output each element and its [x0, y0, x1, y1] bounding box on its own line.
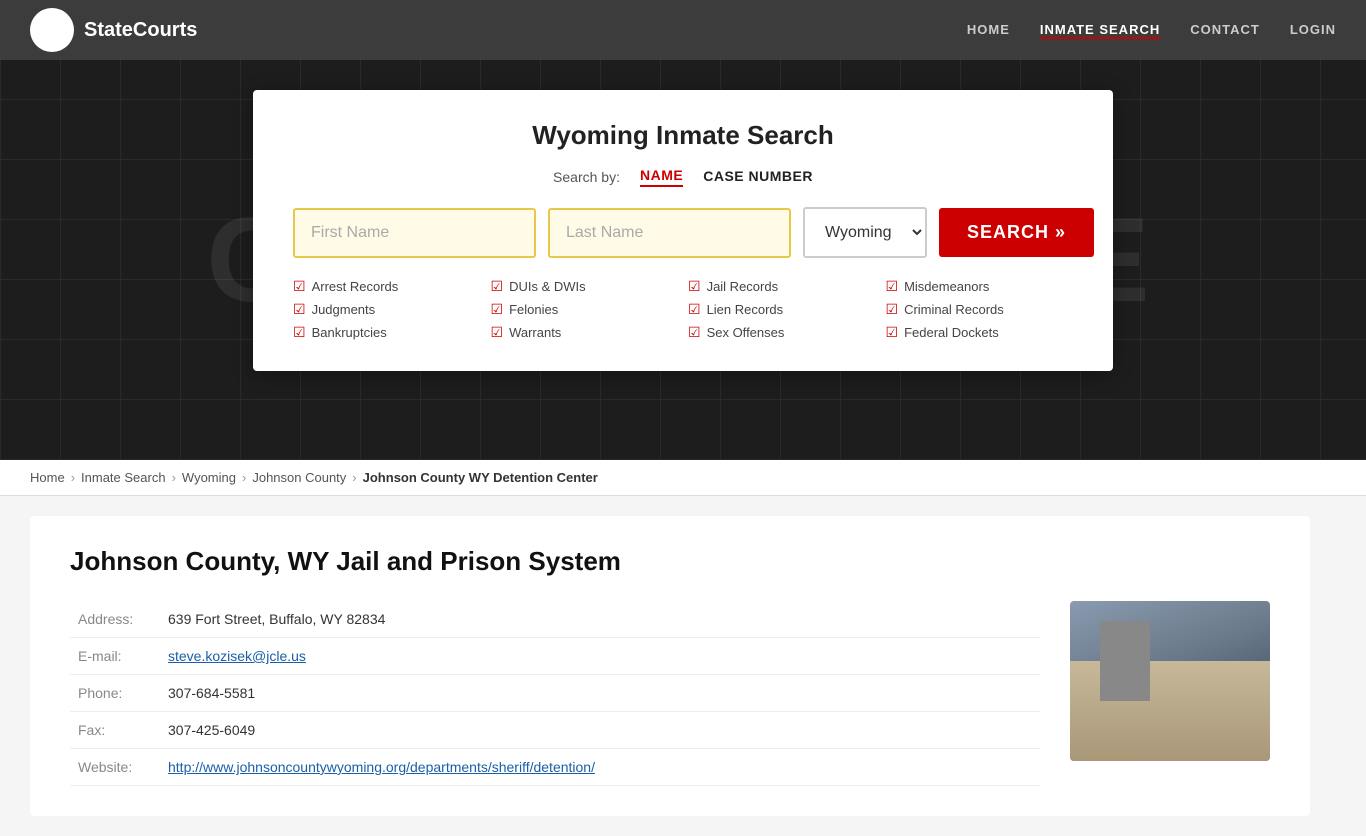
site-name: StateCourts: [84, 19, 197, 42]
table-row: Fax: 307-425-6049: [70, 712, 1040, 749]
content-area: Johnson County, WY Jail and Prison Syste…: [0, 496, 1366, 836]
nav-login[interactable]: LOGIN: [1290, 22, 1336, 39]
feature-label: Misdemeanors: [904, 279, 989, 294]
search-button[interactable]: SEARCH »: [939, 208, 1094, 257]
check-icon: ☑: [491, 324, 504, 341]
address-value: 639 Fort Street, Buffalo, WY 82834: [160, 601, 1040, 638]
website-link[interactable]: http://www.johnsoncountywyoming.org/depa…: [168, 759, 595, 775]
feature-label: Felonies: [509, 302, 558, 317]
features-grid: ☑ Arrest Records ☑ DUIs & DWIs ☑ Jail Re…: [293, 278, 1073, 341]
feature-sex-offenses: ☑ Sex Offenses: [688, 324, 876, 341]
check-icon: ☑: [491, 278, 504, 295]
breadcrumb-inmate-search[interactable]: Inmate Search: [81, 470, 166, 485]
tab-case-number[interactable]: CASE NUMBER: [703, 168, 813, 186]
logo-icon: 🏛: [30, 8, 74, 52]
feature-duis-dwis: ☑ DUIs & DWIs: [491, 278, 679, 295]
table-row: E-mail: steve.kozisek@jcle.us: [70, 638, 1040, 675]
feature-federal-dockets: ☑ Federal Dockets: [886, 324, 1074, 341]
feature-label: DUIs & DWIs: [509, 279, 586, 294]
website-label: Website:: [70, 749, 160, 786]
table-row: Phone: 307-684-5581: [70, 675, 1040, 712]
nav-links: HOME INMATE SEARCH CONTACT LOGIN: [967, 22, 1336, 39]
search-by-label: Search by:: [553, 169, 620, 185]
email-link[interactable]: steve.kozisek@jcle.us: [168, 648, 306, 664]
facility-card: Johnson County, WY Jail and Prison Syste…: [30, 516, 1310, 816]
check-icon: ☑: [293, 301, 306, 318]
check-icon: ☑: [886, 278, 899, 295]
search-title: Wyoming Inmate Search: [293, 120, 1073, 151]
state-select[interactable]: Wyoming Alabama Alaska Arizona Californi…: [803, 207, 927, 258]
last-name-input[interactable]: [548, 208, 791, 258]
breadcrumb-sep: ›: [242, 470, 246, 485]
feature-arrest-records: ☑ Arrest Records: [293, 278, 481, 295]
feature-label: Warrants: [509, 325, 561, 340]
search-card: Wyoming Inmate Search Search by: NAME CA…: [253, 90, 1113, 371]
address-label: Address:: [70, 601, 160, 638]
nav-contact[interactable]: CONTACT: [1190, 22, 1260, 39]
feature-label: Federal Dockets: [904, 325, 999, 340]
breadcrumb-sep: ›: [172, 470, 176, 485]
feature-label: Criminal Records: [904, 302, 1004, 317]
check-icon: ☑: [293, 324, 306, 341]
feature-label: Arrest Records: [312, 279, 399, 294]
search-by-row: Search by: NAME CASE NUMBER: [293, 167, 1073, 187]
fax-value: 307-425-6049: [160, 712, 1040, 749]
site-logo[interactable]: 🏛 StateCourts: [30, 8, 197, 52]
check-icon: ☑: [688, 324, 701, 341]
email-label: E-mail:: [70, 638, 160, 675]
website-value: http://www.johnsoncountywyoming.org/depa…: [160, 749, 1040, 786]
feature-label: Bankruptcies: [312, 325, 387, 340]
check-icon: ☑: [886, 324, 899, 341]
facility-body: Address: 639 Fort Street, Buffalo, WY 82…: [70, 601, 1270, 786]
feature-label: Judgments: [312, 302, 376, 317]
navigation: 🏛 StateCourts HOME INMATE SEARCH CONTACT…: [0, 0, 1366, 60]
phone-label: Phone:: [70, 675, 160, 712]
phone-value: 307-684-5581: [160, 675, 1040, 712]
email-value: steve.kozisek@jcle.us: [160, 638, 1040, 675]
nav-inmate-search[interactable]: INMATE SEARCH: [1040, 22, 1160, 39]
check-icon: ☑: [886, 301, 899, 318]
building-image: [1070, 601, 1270, 761]
facility-title: Johnson County, WY Jail and Prison Syste…: [70, 546, 1270, 577]
first-name-input[interactable]: [293, 208, 536, 258]
search-inputs-row: Wyoming Alabama Alaska Arizona Californi…: [293, 207, 1073, 258]
feature-label: Jail Records: [707, 279, 779, 294]
feature-misdemeanors: ☑ Misdemeanors: [886, 278, 1074, 295]
nav-home[interactable]: HOME: [967, 22, 1010, 39]
feature-lien-records: ☑ Lien Records: [688, 301, 876, 318]
breadcrumb-wyoming[interactable]: Wyoming: [182, 470, 236, 485]
feature-label: Lien Records: [707, 302, 784, 317]
breadcrumb-current: Johnson County WY Detention Center: [363, 470, 598, 485]
facility-info: Address: 639 Fort Street, Buffalo, WY 82…: [70, 601, 1040, 786]
breadcrumb-sep: ›: [352, 470, 356, 485]
table-row: Address: 639 Fort Street, Buffalo, WY 82…: [70, 601, 1040, 638]
feature-jail-records: ☑ Jail Records: [688, 278, 876, 295]
info-table: Address: 639 Fort Street, Buffalo, WY 82…: [70, 601, 1040, 786]
feature-label: Sex Offenses: [707, 325, 785, 340]
feature-bankruptcies: ☑ Bankruptcies: [293, 324, 481, 341]
breadcrumb-sep: ›: [71, 470, 75, 485]
table-row: Website: http://www.johnsoncountywyoming…: [70, 749, 1040, 786]
feature-warrants: ☑ Warrants: [491, 324, 679, 341]
facility-image: [1070, 601, 1270, 786]
hero-section: Wyoming Inmate Search Search by: NAME CA…: [0, 60, 1366, 460]
check-icon: ☑: [293, 278, 306, 295]
feature-criminal-records: ☑ Criminal Records: [886, 301, 1074, 318]
check-icon: ☑: [491, 301, 504, 318]
breadcrumb-johnson-county[interactable]: Johnson County: [252, 470, 346, 485]
breadcrumb: Home › Inmate Search › Wyoming › Johnson…: [0, 460, 1366, 496]
fax-label: Fax:: [70, 712, 160, 749]
tab-name[interactable]: NAME: [640, 167, 683, 187]
feature-felonies: ☑ Felonies: [491, 301, 679, 318]
breadcrumb-home[interactable]: Home: [30, 470, 65, 485]
check-icon: ☑: [688, 301, 701, 318]
feature-judgments: ☑ Judgments: [293, 301, 481, 318]
check-icon: ☑: [688, 278, 701, 295]
